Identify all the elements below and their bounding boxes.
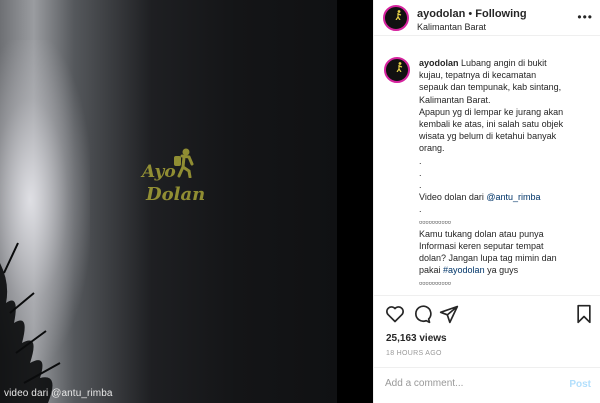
caption-line: Informasi keren seputar tempat	[419, 241, 544, 252]
caption-line: Kamu tukang dolan atau punya	[419, 228, 544, 239]
comment-icon[interactable]	[412, 304, 432, 324]
location-link[interactable]: Kalimantan Barat	[417, 22, 486, 32]
mention-link[interactable]: @antu_rimba	[486, 192, 540, 202]
caption-author[interactable]: ayodolan	[419, 58, 459, 68]
caption-line: .	[419, 167, 422, 178]
caption-line: wisata yg belum di ketahui banyak	[419, 131, 557, 142]
caption-line: pakai	[419, 265, 444, 276]
caption-line: ya guys	[484, 265, 519, 276]
caption-area: ayodolan Lubang angin di bukit kujau, te…	[374, 37, 600, 295]
caption-line: sepauk dan tempunak, kab sintang,	[419, 82, 562, 93]
caption-line: .	[419, 204, 422, 215]
caption-avatar[interactable]	[384, 57, 410, 83]
comment-input[interactable]	[385, 378, 545, 389]
caption-line: ▫▫▫▫▫▫▫▫▫▫	[419, 277, 451, 288]
share-icon[interactable]	[439, 304, 459, 324]
hashtag-link[interactable]: #ayodolan	[443, 265, 485, 275]
header-username[interactable]: ayodolan	[417, 8, 465, 20]
caption-line: .	[419, 180, 422, 191]
post-side-panel: ayodolan • Following Kalimantan Barat ••…	[373, 0, 600, 403]
avatar[interactable]	[383, 5, 409, 31]
post-timestamp[interactable]: 18 HOURS AGO	[386, 350, 442, 357]
caption-line: Lubang angin di bukit	[461, 58, 547, 68]
watermark-text-ayo: Ayo	[142, 162, 176, 182]
view-count[interactable]: 25,163 views	[386, 333, 447, 344]
caption-line: Video dolan dari	[419, 192, 487, 203]
header-username-line: ayodolan • Following	[417, 8, 527, 20]
post-header: ayodolan • Following Kalimantan Barat ••…	[374, 0, 600, 36]
hiker-icon	[396, 62, 403, 72]
caption-line: Kalimantan Barat.	[419, 94, 491, 105]
bookmark-icon[interactable]	[574, 304, 594, 324]
caption-line: dolan? Jangan lupa tag mimin dan	[419, 253, 557, 264]
caption-line: orang.	[419, 143, 445, 154]
caption-text: ayodolan Lubang angin di bukit kujau, te…	[419, 57, 595, 289]
add-comment-bar: Post	[374, 367, 600, 403]
caption-line: kembali ke atas, ini salah satu objek	[419, 119, 564, 130]
watermark-text-dolan: Dolan	[146, 184, 206, 205]
caption-line: Apapun yg di lempar ke jurang akan	[419, 106, 564, 117]
video-letterbox	[337, 0, 373, 403]
caption-line: ▫▫▫▫▫▫▫▫▫▫	[419, 216, 451, 227]
ayodolan-watermark: Ayo Dolan	[140, 148, 208, 214]
post-comment-button[interactable]: Post	[569, 379, 591, 390]
video-player[interactable]: Ayo Dolan video dari @antu_rimba	[0, 0, 337, 403]
hiker-icon	[395, 10, 402, 20]
caption-line: .	[419, 155, 422, 166]
following-button[interactable]: Following	[475, 8, 526, 20]
separator-dot: •	[468, 8, 473, 20]
more-options-icon[interactable]: •••	[577, 10, 593, 24]
video-caption: video dari @antu_rimba	[4, 388, 113, 399]
action-bar: 25,163 views 18 HOURS AGO	[374, 295, 600, 367]
heart-icon[interactable]	[385, 304, 405, 324]
caption-line: kujau, tepatnya di kecamatan	[419, 70, 537, 81]
video-foliage	[0, 242, 61, 403]
